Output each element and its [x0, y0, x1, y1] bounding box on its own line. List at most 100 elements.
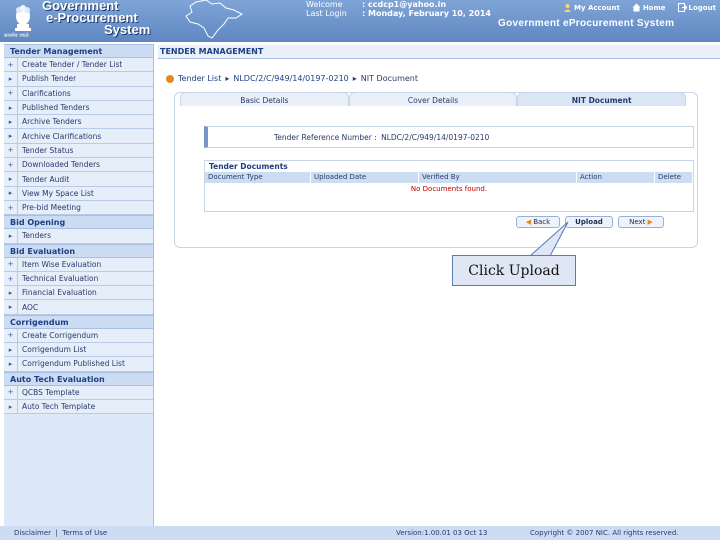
sidebar-section-title: Corrigendum [4, 314, 153, 329]
sidebar-item[interactable]: ▸ Auto Tech Template [4, 399, 153, 415]
arrow-right-icon: ▸ [4, 300, 18, 314]
emblem-caption: सत्यमेव जयते [4, 33, 29, 39]
sidebar-item[interactable]: + Tender Status [4, 143, 153, 159]
sidebar-item[interactable]: ▸ View My Space List [4, 186, 153, 201]
next-arrow-icon: ▶ [647, 218, 653, 226]
expand-icon: + [4, 58, 18, 72]
system-title: Government eProcurement System [498, 18, 675, 29]
terms-link[interactable]: Terms of Use [62, 529, 107, 537]
arrow-right-icon: ▸ [4, 129, 18, 143]
expand-icon: + [4, 328, 18, 343]
sidebar-item[interactable]: + Item Wise Evaluation [4, 257, 153, 272]
arrow-right-icon: ▸ [4, 186, 18, 200]
separator: : [362, 0, 366, 9]
welcome-value: : ccdcp1@yahoo.in [362, 0, 491, 9]
session-labels: Welcome Last Login [306, 0, 347, 18]
sidebar-item[interactable]: ▸ AOC [4, 300, 153, 315]
tab-basic-details[interactable]: Basic Details [180, 92, 349, 106]
tab-cover-details[interactable]: Cover Details [348, 92, 518, 106]
arrow-right-icon: ▸ [4, 172, 18, 186]
sidebar-item[interactable]: ▸ Tender Audit [4, 172, 153, 187]
top-links: My Account Home Logout [563, 3, 716, 12]
expand-icon: + [4, 385, 18, 399]
breadcrumb-tender-list[interactable]: Tender List [178, 74, 221, 83]
last-login-date: Monday, February 10, 2014 [368, 9, 491, 18]
my-account-label: My Account [574, 3, 620, 12]
sidebar-menu: Tender Management + Create Tender / Tender… [4, 44, 154, 526]
logout-icon [677, 3, 687, 12]
column-header: Action [577, 172, 655, 183]
column-header: Verified By [419, 172, 577, 183]
home-icon [632, 3, 641, 12]
sidebar-item[interactable]: + Create Tender / Tender List [4, 58, 153, 73]
my-account-link[interactable]: My Account [563, 3, 620, 12]
home-label: Home [642, 3, 666, 12]
sidebar-item[interactable]: ▸ Publish Tender [4, 72, 153, 87]
expand-icon: + [4, 200, 18, 215]
sidebar-section-title: Auto Tech Evaluation [4, 371, 153, 386]
disclaimer-link[interactable]: Disclaimer [14, 529, 51, 537]
expand-icon: + [4, 257, 18, 271]
sidebar-item[interactable]: + QCBS Template [4, 385, 153, 400]
separator: : [362, 9, 366, 18]
welcome-label: Welcome [306, 0, 343, 9]
arrow-right-icon: ▸ [4, 229, 18, 243]
sidebar-item[interactable]: ▸ Financial Evaluation [4, 286, 153, 301]
version-text: Version:1.00.01 03 Oct 13 [396, 529, 488, 537]
header-bar: सत्यमेव जयते Government e-Procurement Sy… [0, 0, 720, 42]
logout-label: Logout [688, 3, 716, 12]
sidebar-item-label: Tender Status [22, 145, 74, 155]
sidebar-item-label: Tenders [22, 231, 52, 241]
footer-divider: | [55, 529, 58, 537]
breadcrumb-tender-id[interactable]: NLDC/2/C/949/14/0197-0210 [233, 74, 348, 83]
sidebar-item[interactable]: + Downloaded Tenders [4, 158, 153, 173]
sidebar-item[interactable]: ▸ Corrigendum Published List [4, 357, 153, 372]
reference-row: Tender Reference Number : NLDC/2/C/949/1… [274, 133, 489, 142]
sidebar-item[interactable]: ▸ Corrigendum List [4, 343, 153, 358]
sidebar-item[interactable]: ▸ Tenders [4, 229, 153, 244]
documents-table: Tender Documents Document Type Uploaded … [204, 160, 694, 212]
breadcrumb: Tender List ▸ NLDC/2/C/949/14/0197-0210 … [166, 74, 418, 83]
logout-link[interactable]: Logout [677, 3, 716, 12]
home-link[interactable]: Home [632, 3, 666, 12]
last-login-label: Last Login [306, 9, 347, 18]
sidebar-item-label: Technical Evaluation [22, 274, 99, 283]
sidebar-item-label: Create Tender / Tender List [22, 60, 123, 70]
sidebar-section-title: Bid Evaluation [4, 243, 153, 258]
expand-icon: + [4, 86, 18, 100]
breadcrumb-current: NIT Document [360, 74, 418, 83]
sidebar-item-label: Corrigendum List [22, 345, 87, 355]
sidebar-item[interactable]: + Pre-bid Meeting [4, 200, 153, 216]
column-header: Uploaded Date [311, 172, 419, 183]
sidebar-item-label: Published Tenders [22, 103, 90, 113]
sidebar-section-title: Bid Opening [4, 215, 153, 230]
sidebar-item[interactable]: + Technical Evaluation [4, 271, 153, 287]
sidebar-item-label: Create Corrigendum [22, 330, 99, 340]
sidebar-item-label: Archive Clarifications [22, 131, 102, 141]
user-icon [564, 4, 571, 12]
sidebar-item-label: Pre-bid Meeting [22, 203, 81, 213]
sidebar-item[interactable]: ▸ Archive Tenders [4, 115, 153, 130]
documents-header-row: Document Type Uploaded Date Verified By … [205, 172, 693, 183]
page-title: TENDER MANAGEMENT [158, 45, 720, 59]
sidebar-item-label: Corrigendum Published List [22, 359, 125, 369]
sidebar-item[interactable]: + Create Corrigendum [4, 328, 153, 344]
user-email: ccdcp1@yahoo.in [368, 0, 447, 9]
expand-icon: + [4, 143, 18, 158]
arrow-right-icon: ▸ [4, 72, 18, 86]
reference-label: Tender Reference Number : [274, 133, 377, 142]
next-button[interactable]: Next ▶ [618, 216, 664, 228]
tab-nit-document[interactable]: NIT Document [517, 92, 687, 106]
sidebar-item[interactable]: ▸ Archive Clarifications [4, 129, 153, 144]
column-header: Document Type [205, 172, 311, 183]
empty-message: No Documents found. [410, 185, 488, 193]
documents-title: Tender Documents [205, 161, 693, 172]
sidebar-item[interactable]: + Clarifications [4, 86, 153, 101]
copyright-text: Copyright © 2007 NIC. All rights reserve… [530, 529, 679, 537]
sidebar-item-label: AOC [22, 302, 39, 312]
footer-links: Disclaimer | Terms of Use [14, 529, 107, 537]
india-map-icon [185, 0, 243, 39]
sidebar-item-label: QCBS Template [22, 387, 80, 397]
breadcrumb-separator: ▸ [225, 74, 230, 83]
sidebar-item[interactable]: ▸ Published Tenders [4, 100, 153, 116]
